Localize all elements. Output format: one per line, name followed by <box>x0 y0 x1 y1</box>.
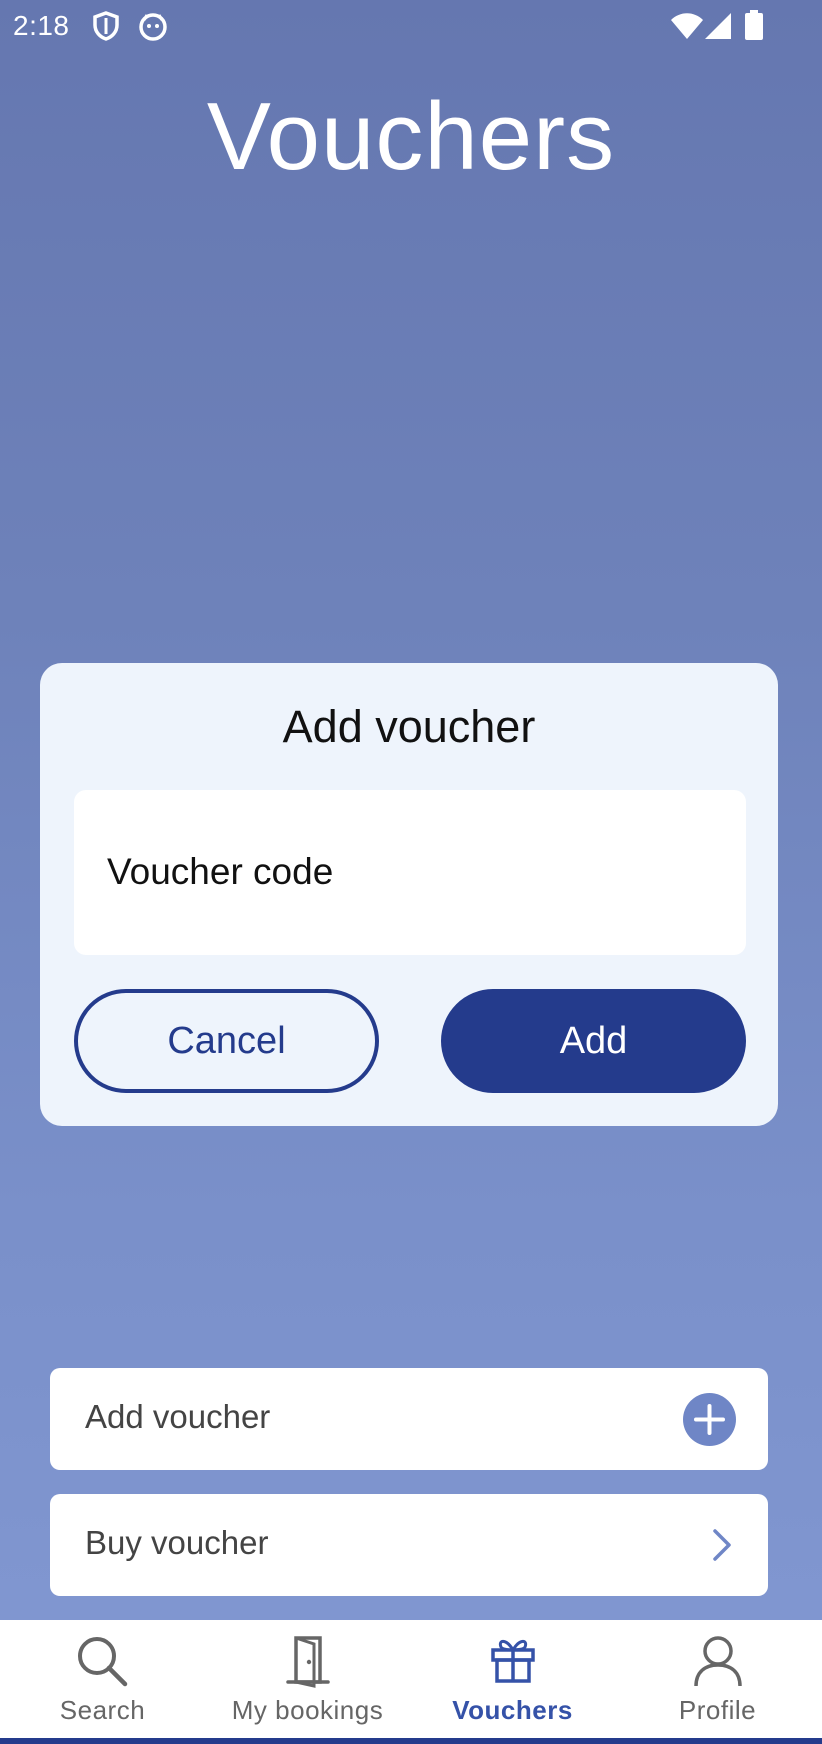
nav-label-search: Search <box>59 1695 146 1725</box>
status-time: 2:18 <box>13 10 70 41</box>
nav-item-my-bookings[interactable]: My bookings <box>205 1620 410 1736</box>
buy-voucher-row[interactable]: Buy voucher <box>50 1494 768 1596</box>
cancel-button[interactable]: Cancel <box>74 989 379 1093</box>
face-icon <box>139 13 167 41</box>
nav-label-profile: Profile <box>678 1695 757 1725</box>
battery-icon <box>745 10 763 40</box>
page-title: Vouchers <box>206 83 616 190</box>
status-bar: 2:18 <box>0 0 822 52</box>
buy-voucher-label: Buy voucher <box>85 1524 269 1561</box>
person-icon <box>694 1636 742 1687</box>
add-button[interactable]: Add <box>441 989 746 1093</box>
gift-icon <box>491 1639 535 1683</box>
shield-icon <box>93 11 119 41</box>
bottom-nav: Search My bookings Vouchers Profile <box>0 1620 822 1744</box>
nav-item-search[interactable]: Search <box>0 1620 205 1736</box>
search-icon <box>78 1637 128 1687</box>
nav-bottom-bar <box>0 1738 822 1744</box>
voucher-code-input[interactable]: Voucher code <box>74 790 746 955</box>
chevron-right-icon <box>713 1529 731 1561</box>
nav-item-profile[interactable]: Profile <box>615 1620 820 1736</box>
voucher-code-placeholder: Voucher code <box>107 851 334 892</box>
add-voucher-dialog: Add voucher Voucher code Cancel Add <box>40 663 778 1126</box>
plus-circle-icon <box>683 1393 736 1446</box>
nav-item-vouchers[interactable]: Vouchers <box>410 1620 615 1736</box>
wifi-icon <box>671 13 703 39</box>
add-voucher-row[interactable]: Add voucher <box>50 1368 768 1470</box>
signal-icon <box>705 13 731 39</box>
nav-label-vouchers: Vouchers <box>452 1695 573 1725</box>
dialog-title: Add voucher <box>282 701 536 752</box>
add-voucher-label: Add voucher <box>85 1398 271 1435</box>
nav-label-my-bookings: My bookings <box>231 1695 384 1725</box>
door-icon <box>286 1636 330 1688</box>
